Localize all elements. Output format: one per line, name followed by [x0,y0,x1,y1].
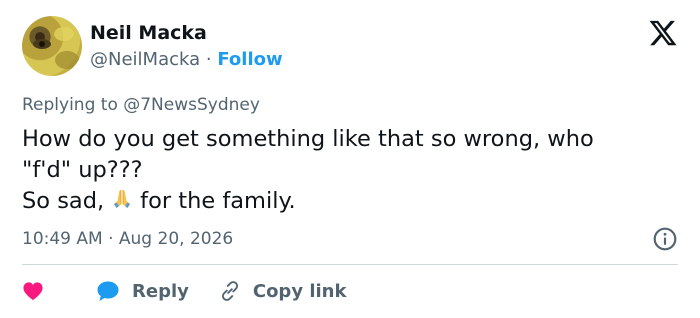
author-name[interactable]: Neil Macka [90,22,207,44]
reply-icon [97,281,119,301]
x-logo-icon[interactable] [648,18,678,48]
tweet-line-3-end: for the family. [140,188,296,214]
tweet-line-1: How do you get something like that so wr… [22,126,594,152]
heart-icon [23,282,43,301]
divider [22,264,678,265]
tweet-line-3-start: So sad, [22,188,105,214]
reply-label: Reply [132,280,189,302]
tweet-text: How do you get something like that so wr… [22,124,682,217]
timestamp[interactable]: 10:49 AM · Aug 20, 2026 [22,229,233,249]
tweet-line-3: So sad, for the family. [22,186,682,217]
link-icon [221,281,238,301]
author-handle[interactable]: @NeilMacka [90,49,200,70]
author-handle-row: @NeilMacka · Follow [90,49,283,70]
separator-dot: · [205,49,212,70]
reply-button[interactable]: Reply [96,280,189,302]
follow-button[interactable]: Follow [217,49,282,70]
replying-to: Replying to @7NewsSydney [22,95,260,115]
copy-link-button[interactable]: Copy link [219,280,347,302]
action-bar: Reply Copy link [22,276,346,306]
avatar[interactable] [22,16,82,76]
info-icon[interactable] [652,226,678,252]
folded-hands-emoji [114,190,131,208]
copy-link-label: Copy link [252,280,347,302]
like-button[interactable] [22,281,44,301]
tweet-line-2: "f'd" up??? [22,157,143,183]
